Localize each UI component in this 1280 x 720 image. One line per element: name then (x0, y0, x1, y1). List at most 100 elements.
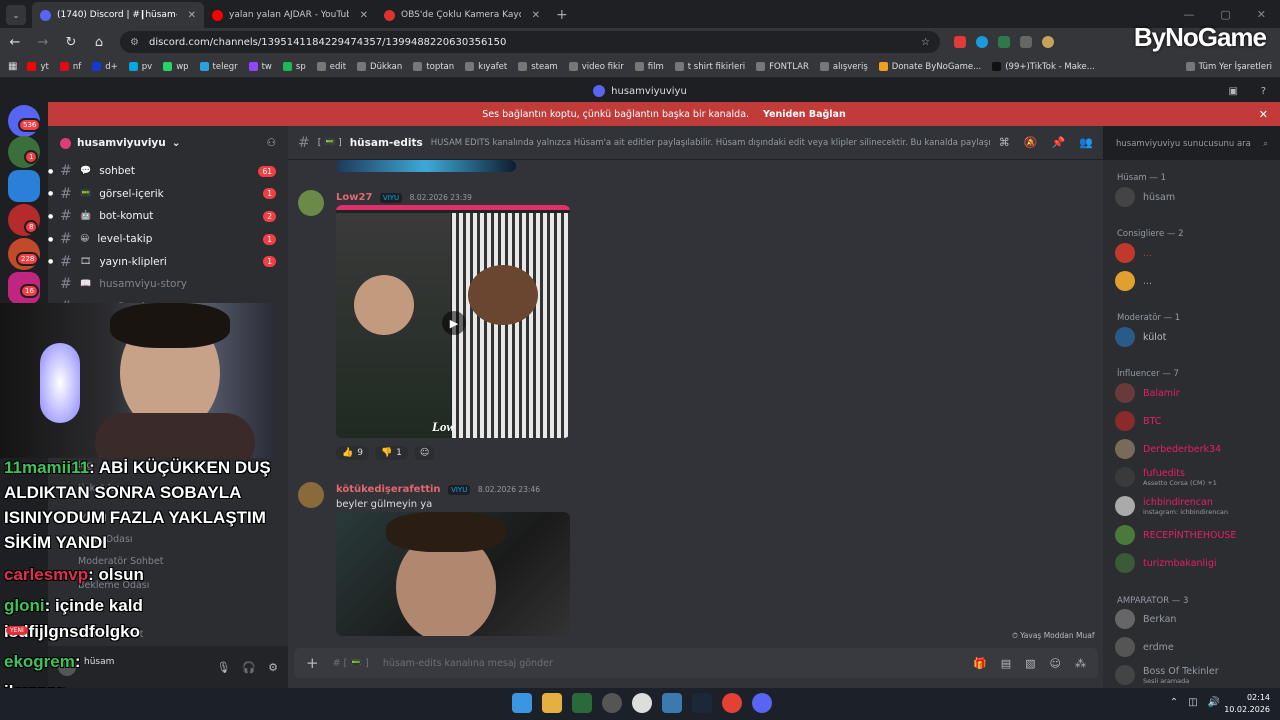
gif-icon[interactable]: ▤ (1001, 657, 1011, 670)
member-item[interactable]: Balamir (1115, 383, 1275, 403)
server-header[interactable]: husamviyuviyu ⌄ ⚇ (48, 126, 288, 160)
clock[interactable]: 02:14 10.02.2026 (1224, 692, 1270, 716)
forward-icon[interactable]: → (36, 35, 50, 50)
member-item[interactable]: ichbindirencan instagram: ichbindirencan (1115, 496, 1275, 516)
apps-icon[interactable]: ⁂ (1075, 657, 1086, 670)
headphones-icon[interactable]: 🎧 (242, 661, 256, 674)
member-item[interactable]: Derbederberk34 (1115, 439, 1275, 459)
video-attachment[interactable] (336, 512, 570, 636)
bookmark-link[interactable]: tw (248, 62, 272, 72)
gift-icon[interactable]: 🎁 (973, 657, 987, 670)
channel-item[interactable]: ● # 🤖 bot-komut 2 (48, 205, 288, 228)
all-bookmarks-link[interactable]: Tüm Yer İşaretleri (1185, 62, 1272, 72)
close-tab-icon[interactable]: ✕ (188, 10, 196, 21)
file-explorer-icon[interactable] (542, 693, 562, 713)
browser-tab[interactable]: OBS'de Çoklu Kamera Kaydına ✕ (376, 2, 548, 28)
bookmark-link[interactable]: steam (518, 62, 558, 72)
bookmark-link[interactable]: yt (27, 62, 49, 72)
bookmark-link[interactable]: nf (59, 62, 81, 72)
member-item[interactable]: erdme (1115, 637, 1275, 657)
bookmark-link[interactable]: d+ (92, 62, 118, 72)
bookmark-link[interactable]: sp (282, 62, 306, 72)
avatar[interactable] (298, 190, 324, 216)
bookmark-link[interactable]: Dükkan (357, 62, 402, 72)
channel-item[interactable]: ● # 💬 sohbet 61 (48, 160, 288, 183)
add-attachment-icon[interactable]: + (306, 654, 319, 672)
bookmark-link[interactable]: (99+)TikTok - Make... (992, 62, 1095, 72)
bookmark-star-icon[interactable]: ☆ (921, 37, 930, 48)
channel-item[interactable]: ● # 😀 level-takip 1 (48, 228, 288, 251)
emoji-icon[interactable]: ☺ (1050, 657, 1061, 670)
tab-search-button[interactable]: ⌄ (6, 5, 26, 25)
video-attachment[interactable]: ▶ Low (336, 205, 570, 438)
member-list-icon[interactable]: 👥 (1079, 136, 1093, 149)
extension-icon[interactable] (1042, 36, 1054, 48)
microphone-icon[interactable]: 🎙 (216, 661, 230, 674)
bookmark-link[interactable]: FONTLAR (756, 62, 809, 72)
chrome-icon[interactable] (722, 693, 742, 713)
member-item[interactable]: hüsam (1115, 187, 1275, 207)
site-info-icon[interactable]: ⚙ (130, 37, 139, 48)
message-composer[interactable]: + # [ 📟 ] hüsam-edits kanalına mesaj gön… (294, 648, 1098, 678)
close-tab-icon[interactable]: ✕ (360, 10, 368, 21)
apps-icon[interactable]: ▦ (8, 61, 17, 72)
new-tab-button[interactable]: + (556, 7, 568, 23)
message-author[interactable]: kötükedişerafettin (336, 484, 441, 495)
message-author[interactable]: Low27 (336, 192, 372, 203)
app-icon[interactable] (632, 693, 652, 713)
reconnect-button[interactable]: Yeniden Bağlan (763, 109, 846, 120)
browser-tab[interactable]: (1740) Discord | #┃hüsam-e ✕ (32, 2, 204, 28)
bookmark-link[interactable]: alışveriş (819, 62, 868, 72)
play-icon[interactable]: ▶ (442, 311, 466, 335)
steam-icon[interactable] (692, 693, 712, 713)
member-item[interactable]: külot (1115, 327, 1275, 347)
url-field[interactable]: ⚙ discord.com/channels/13951411842294743… (120, 31, 940, 53)
threads-icon[interactable]: ⌘ (999, 136, 1010, 149)
avatar[interactable] (298, 482, 324, 508)
previous-video[interactable] (336, 160, 516, 172)
bookmark-link[interactable]: t shirt fikirleri (674, 62, 745, 72)
app-icon[interactable] (662, 693, 682, 713)
inbox-icon[interactable]: ▣ (1229, 86, 1238, 97)
app-icon[interactable] (572, 693, 592, 713)
bookmark-link[interactable]: wp (163, 62, 189, 72)
bookmark-link[interactable]: edit (316, 62, 346, 72)
reaction-button[interactable]: 👍 9 (336, 446, 369, 460)
member-item[interactable]: ... (1115, 243, 1275, 263)
channel-item[interactable]: ● # 🎞 yayın-klipleri 1 (48, 250, 288, 273)
network-icon[interactable]: ◫ (1188, 697, 1197, 708)
obs-icon[interactable] (602, 693, 622, 713)
bookmark-link[interactable]: film (634, 62, 664, 72)
help-icon[interactable]: ? (1261, 86, 1266, 97)
extension-icon[interactable] (1020, 36, 1032, 48)
channel-item[interactable]: # 📖 husamviyu-story (48, 273, 288, 296)
bookmark-link[interactable]: video fikir (568, 62, 624, 72)
member-item[interactable]: ... (1115, 271, 1275, 291)
windows-start-icon[interactable] (512, 693, 532, 713)
sticker-icon[interactable]: ▧ (1025, 657, 1035, 670)
add-reaction-button[interactable]: ☺ (413, 446, 436, 460)
server-icon[interactable] (8, 170, 40, 202)
extension-icon[interactable] (998, 36, 1010, 48)
pin-icon[interactable]: 📌 (1051, 136, 1065, 149)
bookmark-link[interactable]: pv (128, 62, 152, 72)
reaction-button[interactable]: 👎 1 (374, 446, 408, 460)
minimize-icon[interactable]: — (1183, 8, 1194, 21)
volume-icon[interactable]: 🔊 (1208, 697, 1220, 708)
browser-tab[interactable]: yalan yalan AJDAR - YouTube ✕ (204, 2, 376, 28)
maximize-icon[interactable]: ▢ (1220, 8, 1230, 21)
member-item[interactable]: RECEPİNTHEHOUSE (1115, 525, 1275, 545)
member-item[interactable]: BTC (1115, 411, 1275, 431)
discord-icon[interactable] (752, 693, 772, 713)
member-item[interactable]: fufuedits Assetto Corsa (CM) +1 (1115, 467, 1275, 487)
member-item[interactable]: Boss Of Tekinler Sesli aramada (1115, 665, 1275, 685)
close-tab-icon[interactable]: ✕ (532, 10, 540, 21)
bookmark-link[interactable]: kıyafet (465, 62, 507, 72)
close-window-icon[interactable]: ✕ (1257, 8, 1266, 21)
close-icon[interactable]: ✕ (1259, 108, 1268, 121)
home-icon[interactable]: ⌂ (92, 35, 106, 50)
reload-icon[interactable]: ↻ (64, 35, 78, 50)
bookmark-link[interactable]: toptan (413, 62, 454, 72)
channel-topic[interactable]: HÜSAM EDİTS kanalında yalnızca Hüsam'a a… (431, 138, 991, 148)
member-item[interactable]: Berkan (1115, 609, 1275, 629)
